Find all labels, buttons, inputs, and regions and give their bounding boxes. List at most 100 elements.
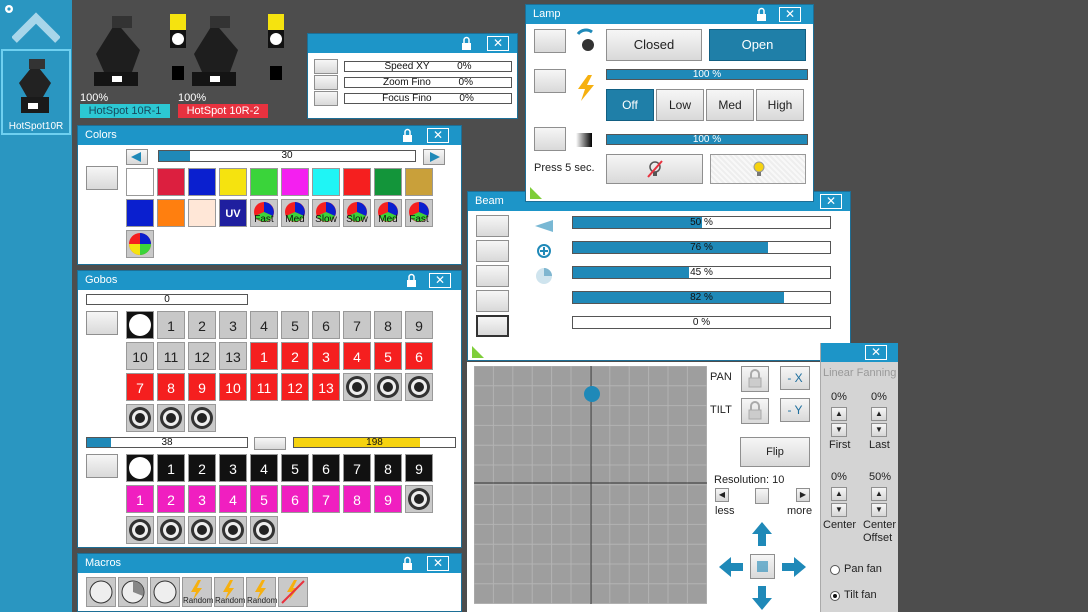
- resolution-less-button[interactable]: ◀: [715, 488, 729, 502]
- first-up-button[interactable]: ▲: [831, 407, 847, 421]
- color-swatch[interactable]: [188, 168, 216, 196]
- close-button[interactable]: ✕: [427, 556, 449, 571]
- gobo-cell[interactable]: 3: [219, 311, 247, 339]
- gobo2-cell[interactable]: 8: [374, 454, 402, 482]
- macro-button[interactable]: [278, 577, 308, 607]
- color-wheel-speed-button[interactable]: Slow: [312, 199, 340, 227]
- close-button[interactable]: ✕: [779, 7, 801, 22]
- gobo-cell[interactable]: 9: [405, 311, 433, 339]
- tilt-fan-radio[interactable]: [830, 591, 840, 601]
- gobo2-cell[interactable]: 7: [343, 454, 371, 482]
- position-cursor[interactable]: [584, 386, 600, 402]
- gobo2-cell[interactable]: 3: [219, 454, 247, 482]
- last-up-button[interactable]: ▲: [871, 407, 887, 421]
- beam-reset-button[interactable]: [476, 315, 509, 337]
- color-wheel-speed-button[interactable]: Fast: [250, 199, 278, 227]
- shutter-closed-button[interactable]: Closed: [606, 29, 702, 61]
- collapse-chevron-icon[interactable]: [12, 8, 60, 44]
- center-position-button[interactable]: [750, 554, 775, 579]
- next-color-button[interactable]: [423, 149, 445, 165]
- gobo-cell[interactable]: 2: [281, 342, 309, 370]
- fixture-selector[interactable]: HotSpot10R: [1, 49, 71, 135]
- gobo-cell[interactable]: 13: [312, 373, 340, 401]
- gobo-cell[interactable]: 10: [219, 373, 247, 401]
- macro-button[interactable]: Random: [246, 577, 277, 607]
- color-wheel-speed-button[interactable]: Med: [374, 199, 402, 227]
- color-wheel-speed-button[interactable]: Slow: [343, 199, 371, 227]
- fixture-tile[interactable]: 100% HotSpot 10R-1: [80, 8, 186, 120]
- macro-button[interactable]: [86, 577, 116, 607]
- center-down-button[interactable]: ▼: [831, 503, 847, 517]
- gobo-cell[interactable]: 9: [188, 373, 216, 401]
- color-swatch[interactable]: [281, 168, 309, 196]
- beam-reset-button[interactable]: [476, 265, 509, 287]
- lock-icon[interactable]: [400, 128, 415, 143]
- color-swatch[interactable]: [250, 168, 278, 196]
- gobo2-cell[interactable]: 5: [281, 454, 309, 482]
- beam-bar[interactable]: 82 %: [572, 291, 831, 304]
- gobo-cell[interactable]: 8: [374, 311, 402, 339]
- speed-bar[interactable]: Speed XY 0%: [344, 61, 512, 72]
- prev-color-button[interactable]: [126, 149, 148, 165]
- invert-x-button[interactable]: - X: [780, 366, 810, 390]
- pan-tilt-grid[interactable]: [474, 366, 707, 604]
- gobo2-cell[interactable]: 7: [312, 485, 340, 513]
- shutter-reset-button[interactable]: [534, 29, 566, 53]
- gobo2-cell[interactable]: 5: [250, 485, 278, 513]
- color-swatch[interactable]: [157, 199, 185, 227]
- gobo-cell[interactable]: 12: [281, 373, 309, 401]
- close-button[interactable]: ✕: [820, 194, 842, 209]
- gobo2-cell[interactable]: 6: [312, 454, 340, 482]
- close-button[interactable]: ✕: [429, 273, 451, 288]
- macro-button[interactable]: [118, 577, 148, 607]
- gobo2-cell[interactable]: 6: [281, 485, 309, 513]
- last-down-button[interactable]: ▼: [871, 423, 887, 437]
- gobo-cell[interactable]: 12: [188, 342, 216, 370]
- gobo-cell[interactable]: 7: [126, 373, 154, 401]
- color-wheel-speed-button[interactable]: Fast: [405, 199, 433, 227]
- gobo-cell[interactable]: 6: [312, 311, 340, 339]
- speed-bar[interactable]: Focus Fino 0%: [344, 93, 512, 104]
- gobo2-cell[interactable]: 4: [219, 485, 247, 513]
- invert-y-button[interactable]: - Y: [780, 398, 810, 422]
- gobo2-cell[interactable]: 9: [405, 454, 433, 482]
- gobo2-slider[interactable]: 198: [293, 437, 456, 448]
- speed-reset-button[interactable]: [314, 75, 338, 90]
- gobo-cell[interactable]: 4: [343, 342, 371, 370]
- lock-icon[interactable]: [404, 273, 419, 288]
- fade-bar[interactable]: 100 %: [606, 134, 808, 145]
- dimmer-reset-button[interactable]: [534, 69, 566, 93]
- resize-grip-icon[interactable]: [528, 185, 544, 201]
- gobo2-cell[interactable]: 4: [250, 454, 278, 482]
- gobo-cell[interactable]: 6: [405, 342, 433, 370]
- lock-icon[interactable]: [459, 36, 474, 51]
- gobo-cell[interactable]: 11: [250, 373, 278, 401]
- beam-bar[interactable]: 50 %: [572, 216, 831, 229]
- gobo2-reset-button[interactable]: [86, 454, 118, 478]
- gobo-cell[interactable]: 2: [188, 311, 216, 339]
- color-swatch[interactable]: [126, 168, 154, 196]
- macro-button[interactable]: [150, 577, 180, 607]
- lamp-level-button[interactable]: Off: [606, 89, 654, 121]
- color-slider[interactable]: 30: [158, 150, 416, 162]
- pan-lock-button[interactable]: [741, 366, 769, 392]
- lamp-on-button[interactable]: [710, 154, 806, 184]
- color-swatch[interactable]: [374, 168, 402, 196]
- arrow-right-icon[interactable]: [780, 554, 808, 580]
- gobo-cell[interactable]: 10: [126, 342, 154, 370]
- resolution-more-button[interactable]: ▶: [796, 488, 810, 502]
- speed-reset-button[interactable]: [314, 59, 338, 74]
- beam-reset-button[interactable]: [476, 215, 509, 237]
- beam-bar[interactable]: 0 %: [572, 316, 831, 329]
- gobo2-open-cell[interactable]: [126, 454, 154, 482]
- center-up-button[interactable]: ▲: [831, 487, 847, 501]
- gobo2-cell[interactable]: 9: [374, 485, 402, 513]
- speed-bar[interactable]: Zoom Fino 0%: [344, 77, 512, 88]
- gobo-rotation-slider[interactable]: 38: [86, 437, 248, 448]
- arrow-left-icon[interactable]: [717, 554, 745, 580]
- gobo1-slider[interactable]: 0: [86, 294, 248, 305]
- gobo2-cell[interactable]: 3: [188, 485, 216, 513]
- arrow-up-icon[interactable]: [749, 520, 775, 548]
- speed-reset-button[interactable]: [314, 91, 338, 106]
- gobo-cell[interactable]: 5: [374, 342, 402, 370]
